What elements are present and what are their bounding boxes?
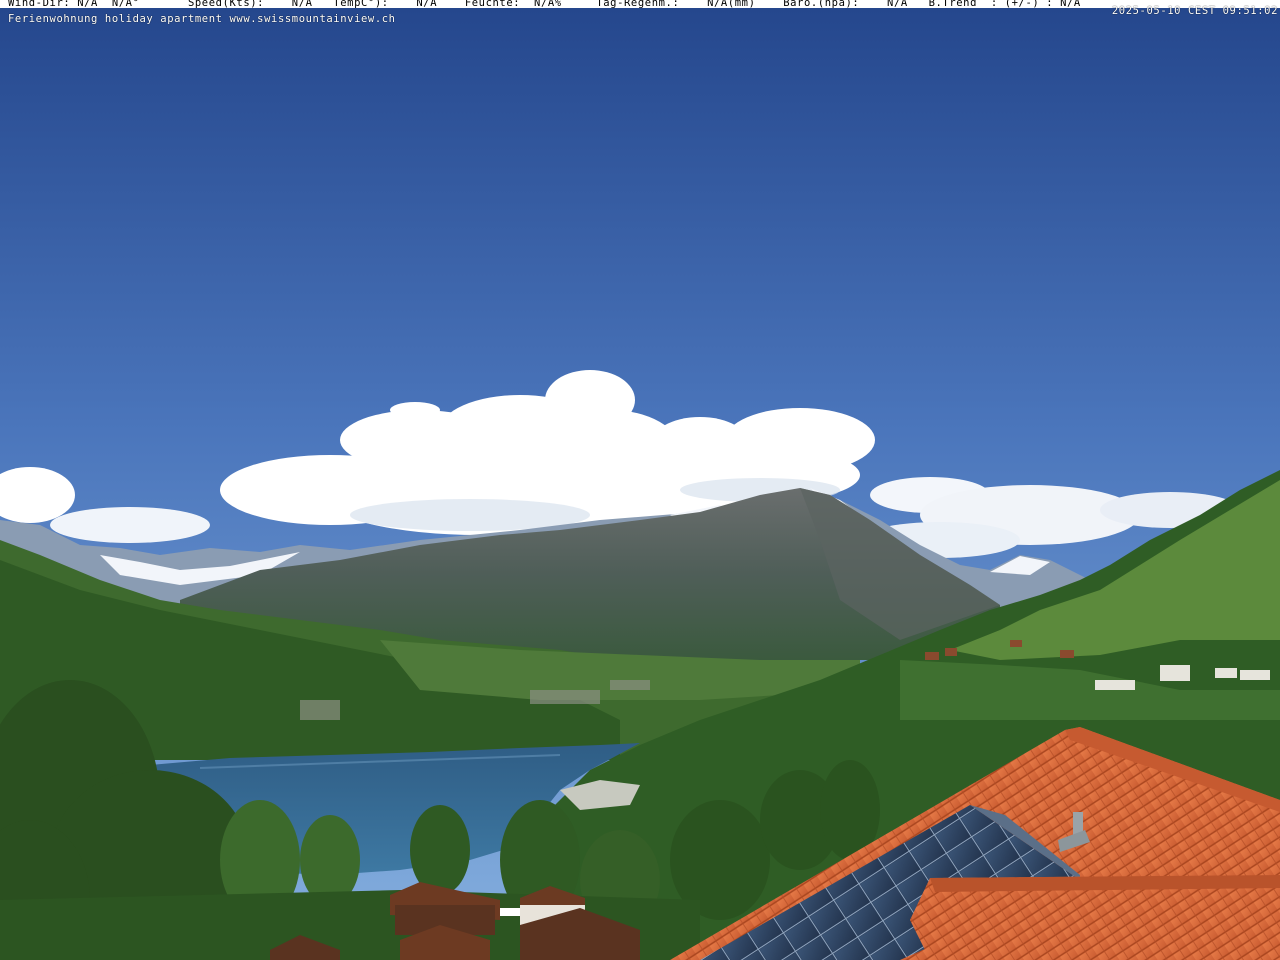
- webcam-timestamp: 2025-05-10 CEST 09:51:02: [1111, 5, 1278, 17]
- webcam-caption: Ferienwohnung holiday apartment www.swis…: [8, 13, 396, 25]
- weather-readout: Wind-Dir: N/A N/A° Speed(Kts): N/A TempC…: [8, 0, 1081, 9]
- webcam-landscape-photo: [0, 0, 1280, 960]
- webcam-frame: Wind-Dir: N/A N/A° Speed(Kts): N/A TempC…: [0, 0, 1280, 960]
